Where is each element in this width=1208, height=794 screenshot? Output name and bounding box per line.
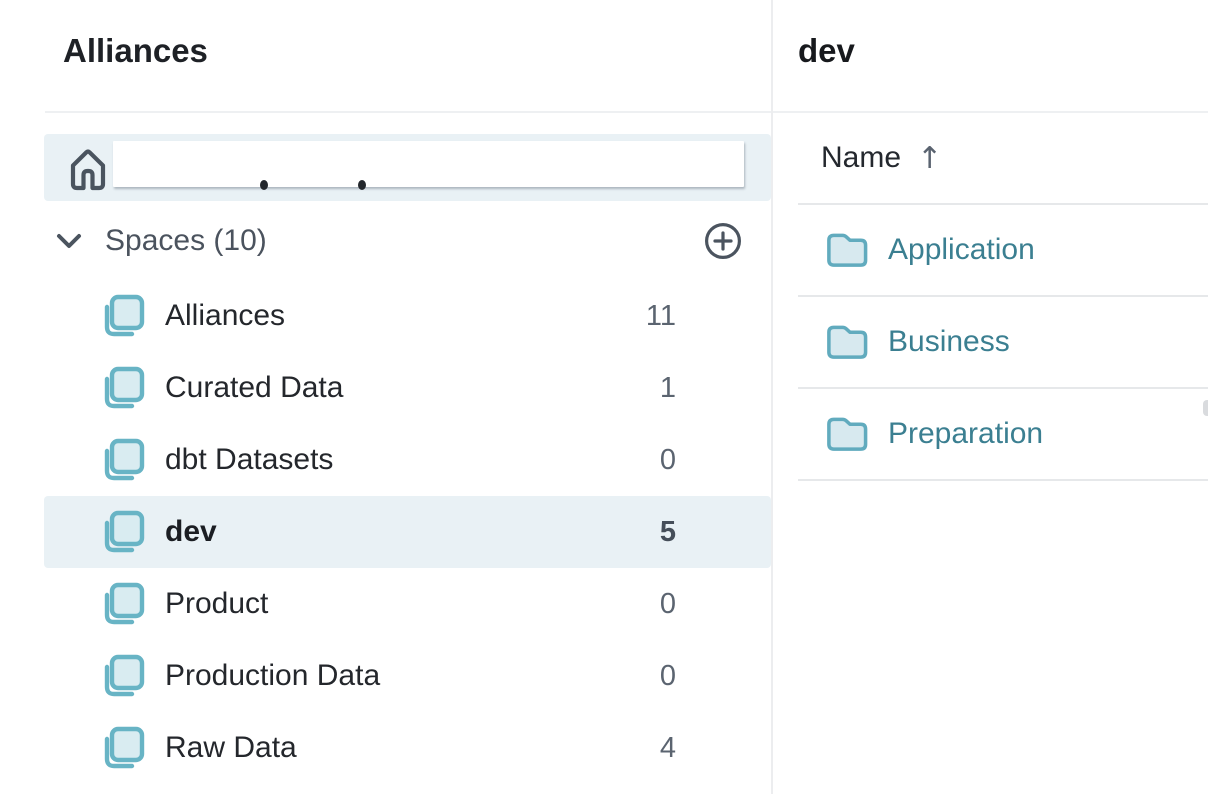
app-root: Alliances Spaces (10) [0, 0, 1208, 794]
sidebar-title: Alliances [0, 0, 771, 73]
redacted-text-artifact [260, 180, 268, 190]
main-panel: dev Name ↑ Application Business Preparat… [773, 0, 1208, 794]
folder-icon [824, 230, 869, 270]
chevron-down-icon[interactable] [55, 231, 83, 251]
space-item-label: dbt Datasets [165, 443, 333, 477]
redacted-home-label [113, 141, 744, 187]
space-icon [101, 509, 145, 555]
sidebar-space-item[interactable]: Curated Data 1 [44, 352, 771, 424]
space-icon [101, 437, 145, 483]
space-item-count: 0 [660, 660, 676, 693]
space-item-count: 11 [646, 300, 676, 333]
sidebar-space-item[interactable]: dev 5 [44, 496, 771, 568]
space-icon [101, 653, 145, 699]
space-item-count: 0 [660, 588, 676, 621]
spaces-list: Alliances 11 Curated Data 1 dbt Datasets… [0, 280, 771, 784]
space-item-count: 0 [660, 444, 676, 477]
spaces-section-label: Spaces (10) [105, 224, 267, 258]
table-header[interactable]: Name ↑ [773, 113, 1208, 203]
plus-circle-icon [704, 222, 742, 260]
folder-icon [824, 414, 869, 454]
sidebar-title-divider [45, 111, 771, 113]
folder-row[interactable]: Application [798, 205, 1208, 297]
folder-link[interactable]: Application [888, 233, 1035, 267]
sidebar: Alliances Spaces (10) [0, 0, 771, 794]
home-row[interactable] [44, 134, 771, 201]
sidebar-space-item[interactable]: Product 0 [44, 568, 771, 640]
folder-list: Application Business Preparation [773, 205, 1208, 481]
space-item-count: 1 [660, 372, 676, 405]
space-icon [101, 725, 145, 771]
space-icon [101, 581, 145, 627]
space-item-label: Product [165, 587, 268, 621]
space-item-label: Raw Data [165, 731, 297, 765]
sidebar-space-item[interactable]: Production Data 0 [44, 640, 771, 712]
space-item-count: 4 [660, 732, 676, 765]
folder-link[interactable]: Preparation [888, 417, 1043, 451]
space-item-label: dev [165, 515, 217, 549]
main-title: dev [773, 0, 1208, 73]
name-column-header[interactable]: Name [821, 141, 901, 175]
spaces-section-header[interactable]: Spaces (10) [0, 219, 771, 263]
space-item-count: 5 [660, 516, 676, 549]
sidebar-space-item[interactable]: dbt Datasets 0 [44, 424, 771, 496]
space-item-label: Production Data [165, 659, 380, 693]
space-icon [101, 365, 145, 411]
folder-row[interactable]: Preparation [798, 389, 1208, 481]
space-item-label: Curated Data [165, 371, 343, 405]
add-space-button[interactable] [704, 222, 742, 260]
sort-ascending-icon[interactable]: ↑ [917, 141, 942, 176]
sidebar-space-item[interactable]: Alliances 11 [44, 280, 771, 352]
sidebar-space-item[interactable]: Raw Data 4 [44, 712, 771, 784]
space-item-label: Alliances [165, 299, 285, 333]
space-icon [101, 293, 145, 339]
redacted-text-artifact [358, 180, 366, 190]
folder-link[interactable]: Business [888, 325, 1010, 359]
clipped-scroll-element [1203, 400, 1208, 416]
folder-row[interactable]: Business [798, 297, 1208, 389]
folder-icon [824, 322, 869, 362]
home-icon [67, 145, 109, 191]
